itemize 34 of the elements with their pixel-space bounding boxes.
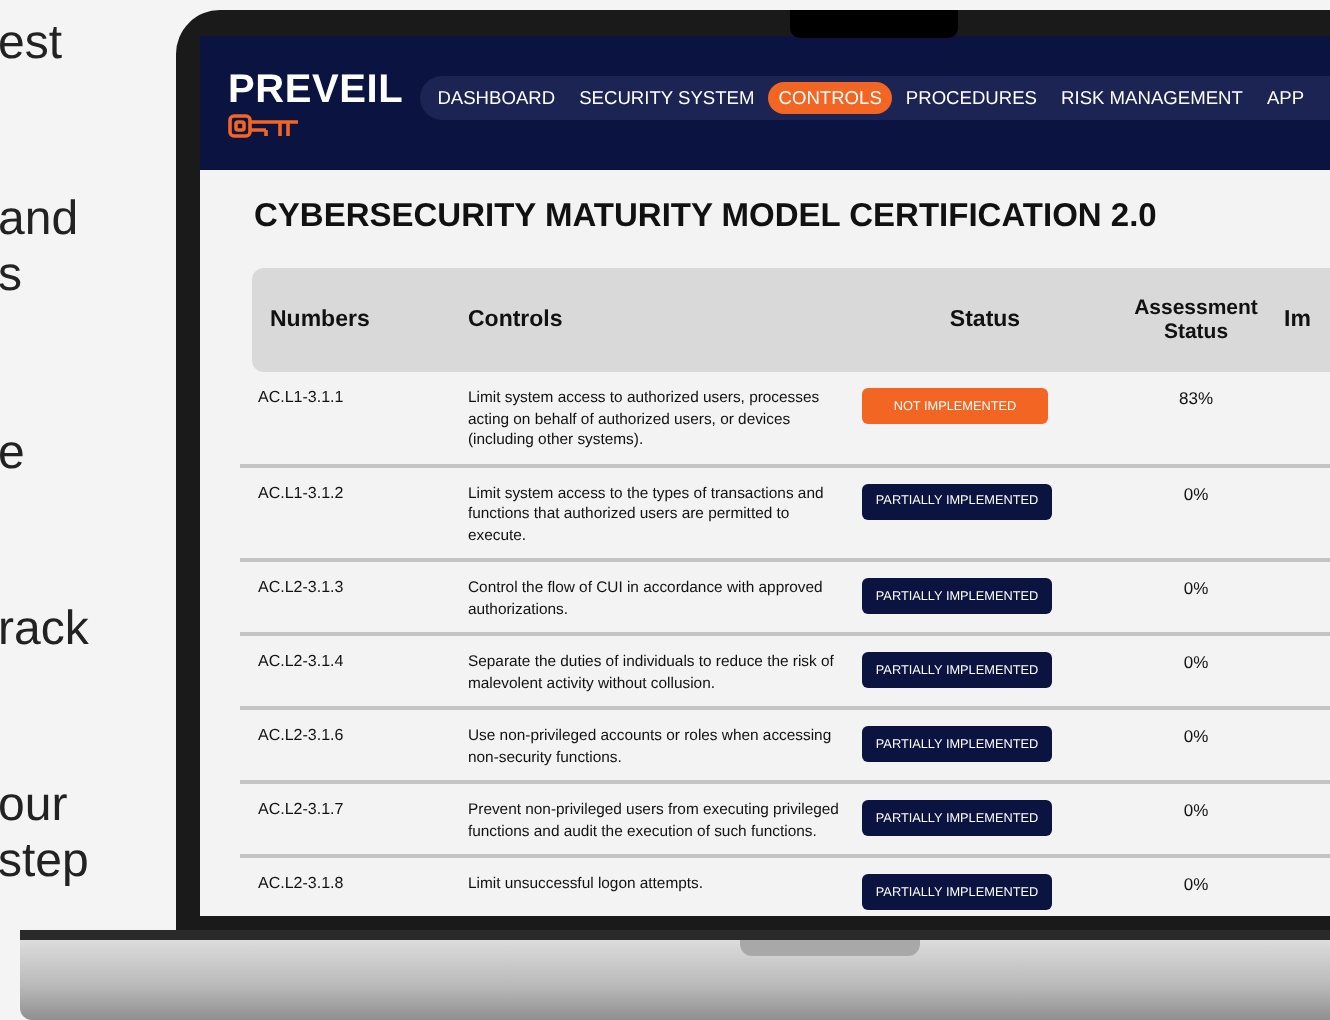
control-number: AC.L2-3.1.3 — [256, 578, 346, 599]
assessment-percent: 0% — [1181, 800, 1211, 821]
nav-tab[interactable]: APP — [1256, 81, 1315, 113]
control-number: AC.L2-3.1.6 — [256, 726, 346, 747]
assessment-percent: 0% — [1181, 652, 1211, 673]
nav-tab[interactable]: DASHBOARD — [427, 81, 566, 113]
assessment-percent: 0% — [1181, 726, 1211, 747]
assessment-percent: 83% — [1176, 388, 1215, 409]
column-header: Controls — [468, 308, 565, 332]
text-fragment: s — [0, 248, 24, 305]
column-header: Status — [947, 308, 1023, 332]
column-header: Assessment Status — [1132, 296, 1260, 344]
control-number: AC.L1-3.1.2 — [256, 483, 346, 504]
assessment-percent: 0% — [1181, 578, 1211, 599]
control-number: AC.L1-3.1.1 — [256, 388, 346, 409]
control-number: AC.L2-3.1.4 — [256, 652, 346, 673]
page-title: CYBERSECURITY MATURITY MODEL CERTIFICATION 2.0 — [254, 198, 1159, 236]
assessment-percent: 0% — [1181, 874, 1211, 895]
nav-tab[interactable]: RISK MANAGEMENT — [1051, 81, 1253, 113]
column-header: Numbers — [268, 308, 372, 332]
column-header: Im — [1284, 308, 1313, 332]
text-fragment: and — [0, 192, 81, 249]
logo-text: PREVEIL — [228, 69, 404, 109]
text-fragment: est — [0, 16, 65, 72]
control-number: AC.L2-3.1.8 — [256, 874, 346, 895]
control-number: AC.L2-3.1.7 — [256, 800, 346, 821]
key-icon — [228, 113, 300, 137]
nav-tab[interactable]: PROCEDURES — [895, 81, 1048, 113]
text-fragment: rack — [0, 601, 91, 658]
nav-tab[interactable]: SECURITY SYSTEM — [569, 81, 765, 113]
text-fragment: e — [0, 425, 27, 481]
text-fragment: step — [0, 834, 91, 890]
text-fragment: our — [0, 778, 70, 834]
assessment-percent: 0% — [1181, 483, 1211, 504]
